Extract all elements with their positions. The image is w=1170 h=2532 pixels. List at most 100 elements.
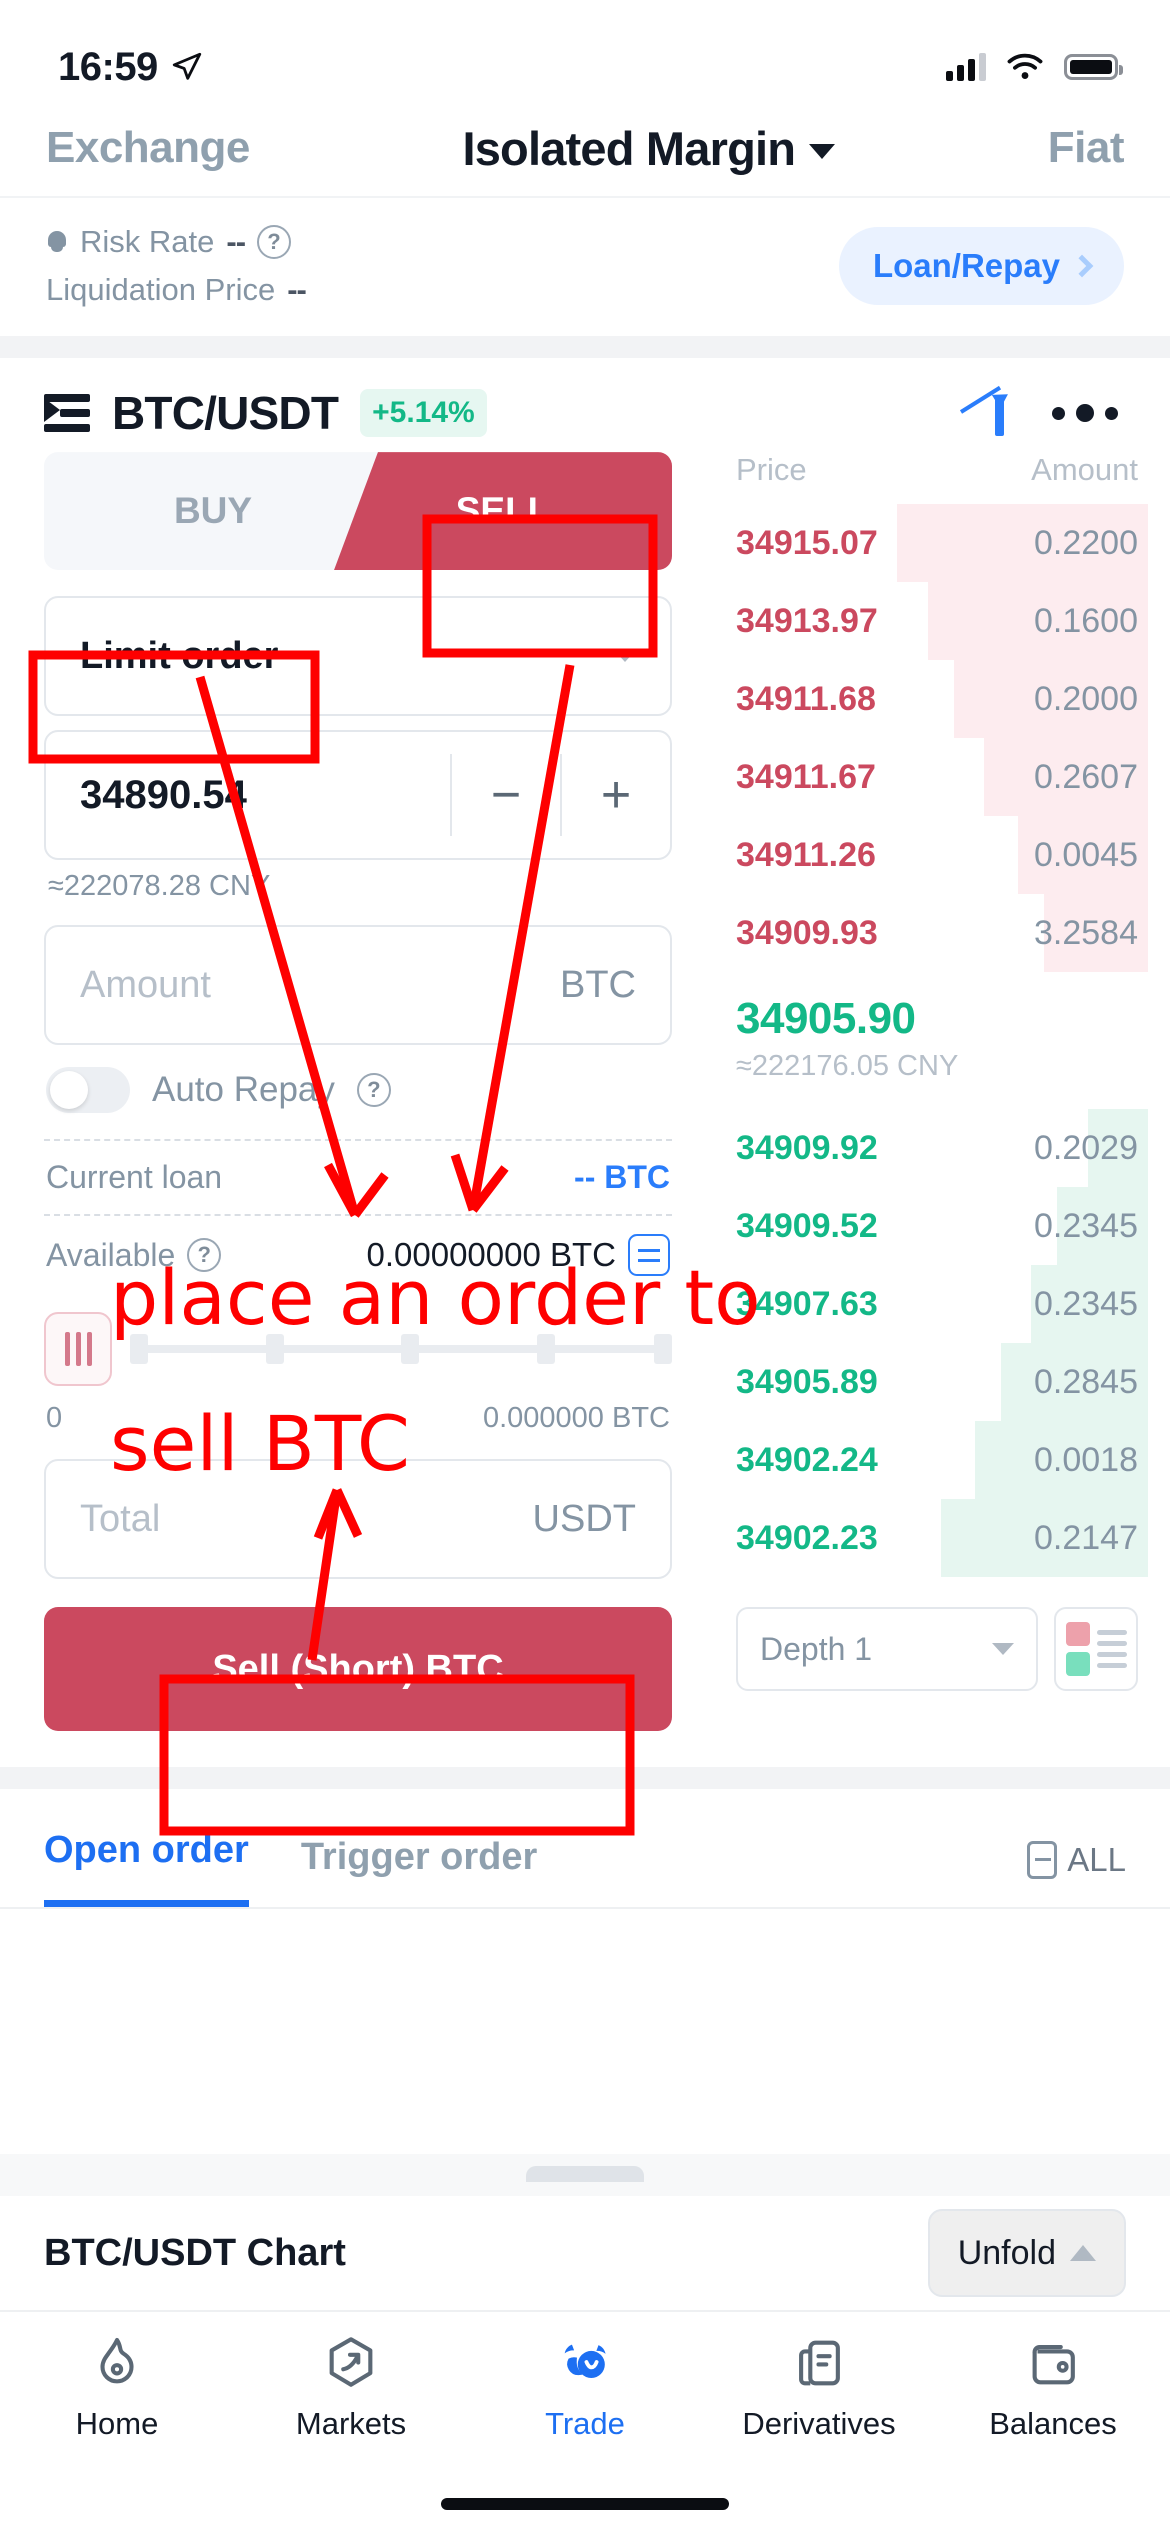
- status-time-group: 16:59: [58, 45, 204, 90]
- amount-slider[interactable]: [130, 1334, 672, 1365]
- sell-tab[interactable]: SELL: [334, 452, 672, 571]
- liquidation-price-label: Liquidation Price: [46, 272, 276, 308]
- tab-fiat[interactable]: Fiat: [1048, 123, 1125, 173]
- pair-actions: [959, 386, 1126, 437]
- order-book-row[interactable]: 34909.52 0.2345: [716, 1187, 1148, 1266]
- order-form-panel: BUY SELL Limit order 34890.54 − + ≈22207…: [0, 452, 716, 1732]
- risk-rate-row: Risk Rate -- ?: [46, 218, 306, 266]
- current-loan-row: Current loan -- BTC: [44, 1141, 672, 1214]
- orderbook-mode-icon[interactable]: [1054, 1607, 1138, 1692]
- total-input[interactable]: Total: [80, 1498, 160, 1541]
- trade-icon: [564, 2344, 606, 2378]
- order-book-amount: 0.2029: [1034, 1128, 1138, 1167]
- order-book-row[interactable]: 34902.23 0.2147: [716, 1499, 1148, 1578]
- available-row: Available ? 0.00000000 BTC: [44, 1216, 672, 1294]
- order-book-row[interactable]: 34911.67 0.2607: [716, 738, 1148, 817]
- price-change-badge: +5.14%: [360, 389, 487, 438]
- auto-repay-row: Auto Repay ?: [46, 1067, 672, 1114]
- buy-tab[interactable]: BUY: [44, 452, 382, 571]
- order-book-amount: 0.1600: [1034, 601, 1138, 640]
- order-book-row[interactable]: 34911.68 0.2000: [716, 660, 1148, 739]
- order-type-select[interactable]: Limit order: [44, 596, 672, 717]
- tab-trigger-order[interactable]: Trigger order: [301, 1836, 538, 1907]
- price-increment-button[interactable]: +: [562, 732, 670, 858]
- price-input[interactable]: 34890.54: [46, 732, 450, 858]
- depth-select[interactable]: Depth 1: [736, 1607, 1038, 1692]
- order-book-amount: 0.2845: [1034, 1362, 1138, 1401]
- liquidation-price-row: Liquidation Price --: [46, 266, 307, 314]
- available-value: 0.00000000 BTC: [366, 1236, 616, 1274]
- risk-bar: Risk Rate -- ? Liquidation Price -- Loan…: [0, 196, 1170, 336]
- all-filter-button[interactable]: ALL: [1027, 1841, 1126, 1907]
- section-divider: [0, 336, 1170, 359]
- order-book-row[interactable]: 34905.89 0.2845: [716, 1343, 1148, 1422]
- help-icon[interactable]: ?: [356, 1073, 391, 1108]
- order-book-amount: 3.2584: [1034, 913, 1138, 952]
- slider-labels: 0 0.000000 BTC: [46, 1402, 670, 1435]
- order-book-row[interactable]: 34909.92 0.2029: [716, 1109, 1148, 1188]
- tab-exchange[interactable]: Exchange: [46, 123, 250, 173]
- nav-item-derivatives[interactable]: Derivatives: [702, 2334, 936, 2442]
- swap-icon[interactable]: [628, 1234, 670, 1277]
- unfold-label: Unfold: [957, 2233, 1056, 2272]
- amount-field[interactable]: Amount BTC: [44, 925, 672, 1046]
- order-book-row[interactable]: 34915.07 0.2200: [716, 504, 1148, 583]
- help-icon[interactable]: ?: [187, 1238, 222, 1273]
- order-book-row[interactable]: 34911.26 0.0045: [716, 816, 1148, 895]
- risk-info: Risk Rate -- ? Liquidation Price --: [46, 218, 307, 314]
- order-book-footer: Depth 1: [716, 1577, 1148, 1692]
- order-book-price: 34907.63: [736, 1284, 878, 1323]
- order-type-value: Limit order: [80, 634, 279, 677]
- order-book-row[interactable]: 34907.63 0.2345: [716, 1265, 1148, 1344]
- buy-sell-toggle: BUY SELL: [44, 452, 672, 571]
- price-decrement-button[interactable]: −: [452, 732, 560, 858]
- nav-item-home[interactable]: Home: [0, 2334, 234, 2442]
- home-indicator: [441, 2498, 729, 2510]
- depth-select-value: Depth 1: [760, 1630, 873, 1667]
- nav-item-markets[interactable]: Markets: [234, 2334, 468, 2442]
- chart-icon[interactable]: [959, 386, 1013, 437]
- price-field[interactable]: 34890.54 − +: [44, 730, 672, 861]
- cellular-signal-icon: [946, 53, 986, 81]
- leverage-badge-icon[interactable]: [44, 1312, 112, 1387]
- pair-list-icon[interactable]: [44, 392, 90, 434]
- order-book-price: 34911.68: [736, 679, 876, 718]
- more-options-icon[interactable]: [1052, 404, 1118, 423]
- drag-handle[interactable]: [0, 2154, 1170, 2196]
- last-price-value: 34905.90: [736, 994, 916, 1044]
- sell-short-btc-button[interactable]: Sell (Short) BTC: [44, 1607, 672, 1732]
- slider-max-label: 0.000000 BTC: [482, 1402, 670, 1435]
- nav-item-trade[interactable]: Trade: [468, 2334, 702, 2442]
- all-filter-label: ALL: [1067, 1841, 1126, 1879]
- auto-repay-toggle[interactable]: [46, 1067, 130, 1114]
- markets-icon: [329, 2337, 373, 2387]
- order-tabs: Open order Trigger order ALL: [0, 1789, 1170, 1910]
- order-book-price: 34909.92: [736, 1128, 878, 1167]
- tab-isolated-margin-label: Isolated Margin: [462, 121, 796, 175]
- liquidation-price-value: --: [287, 272, 307, 308]
- order-book-price: 34902.23: [736, 1518, 878, 1557]
- order-book-price: 34905.89: [736, 1362, 878, 1401]
- nav-item-balances[interactable]: Balances: [936, 2334, 1170, 2442]
- wifi-icon: [1007, 53, 1043, 79]
- status-bar: 16:59: [0, 0, 1170, 100]
- tab-open-order[interactable]: Open order: [44, 1829, 249, 1908]
- unfold-button[interactable]: Unfold: [927, 2209, 1126, 2297]
- total-field[interactable]: Total USDT: [44, 1459, 672, 1580]
- order-book-price: 34902.24: [736, 1440, 878, 1479]
- nav-label-trade: Trade: [545, 2406, 625, 2441]
- order-book-row[interactable]: 34902.24 0.0018: [716, 1421, 1148, 1500]
- loan-repay-button[interactable]: Loan/Repay: [838, 227, 1124, 306]
- order-book-amount: 0.0018: [1034, 1440, 1138, 1479]
- amount-slider-row[interactable]: [44, 1312, 672, 1387]
- help-icon[interactable]: ?: [257, 225, 292, 260]
- wallet-icon: [1032, 2344, 1075, 2385]
- amount-input[interactable]: Amount: [80, 964, 211, 1007]
- order-book-row[interactable]: 34909.93 3.2584: [716, 894, 1148, 973]
- tab-isolated-margin[interactable]: Isolated Margin: [462, 121, 836, 176]
- document-icon: [799, 2340, 840, 2386]
- nav-label-derivatives: Derivatives: [742, 2406, 896, 2441]
- order-book-row[interactable]: 34913.97 0.1600: [716, 582, 1148, 661]
- pair-left-group[interactable]: BTC/USDT +5.14%: [44, 386, 487, 440]
- available-label-group: Available ?: [46, 1237, 222, 1274]
